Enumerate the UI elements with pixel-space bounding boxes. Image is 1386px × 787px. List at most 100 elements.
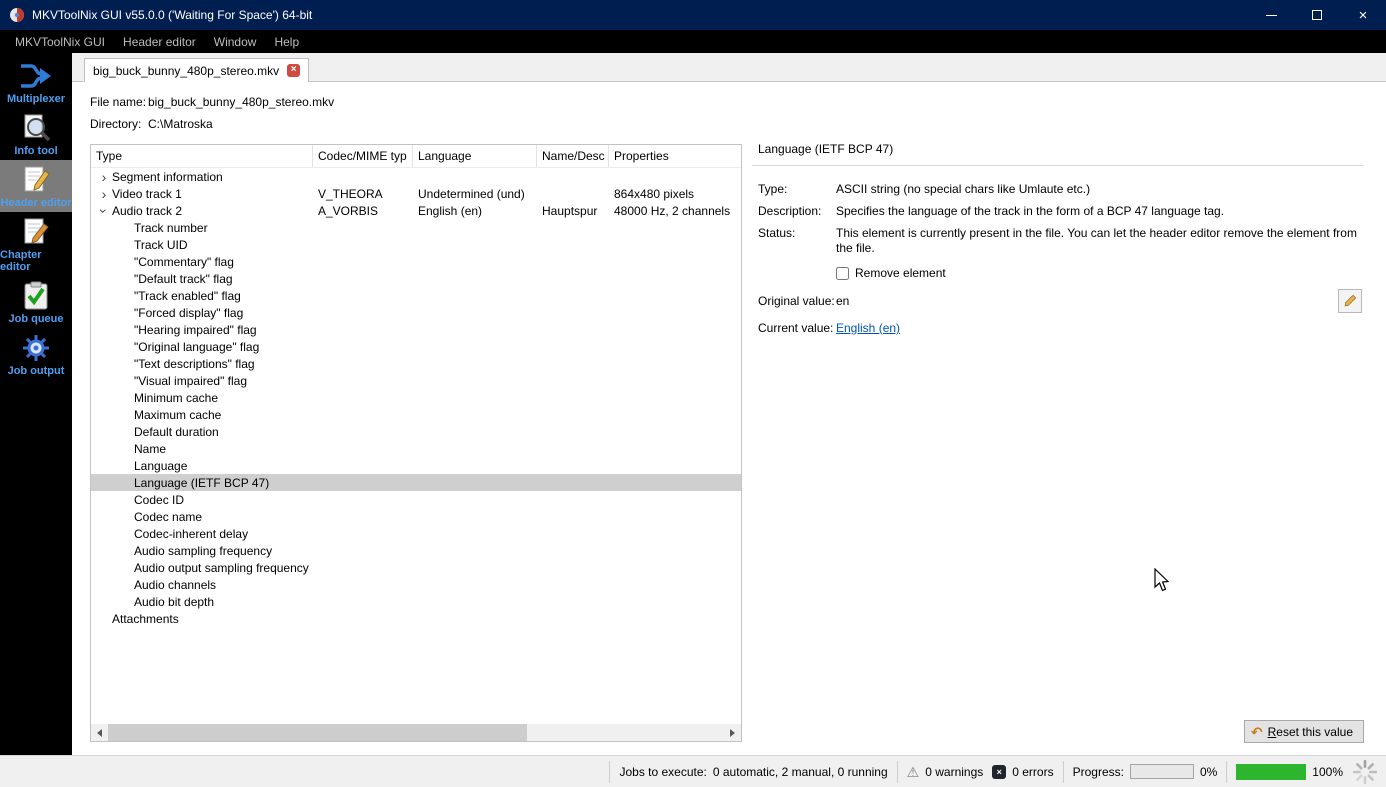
remove-element-checkbox[interactable]: [836, 266, 849, 280]
tree-row-language-cell: Undetermined (und): [418, 186, 525, 201]
menu-help[interactable]: Help: [265, 32, 308, 52]
tree-row-name-cell: [537, 304, 609, 321]
tree-row[interactable]: › Minimum cache: [91, 389, 741, 406]
expander-icon[interactable]: ›: [96, 187, 112, 201]
menu-header-editor[interactable]: Header editor: [114, 32, 205, 52]
sidebar-item-job-output[interactable]: Job output: [0, 328, 72, 380]
minimize-button[interactable]: [1248, 0, 1294, 30]
directory-label: Directory:: [90, 117, 142, 131]
current-value-link[interactable]: English (en): [836, 321, 900, 335]
tree-row[interactable]: › "Original language" flag: [91, 338, 741, 355]
tree-row-label: Segment information: [112, 169, 223, 184]
tree-row-type-cell: › "Hearing impaired" flag: [91, 321, 313, 338]
horizontal-scrollbar[interactable]: [91, 724, 741, 741]
tree-row-type-cell: › Audio channels: [91, 576, 313, 593]
tree-row-name-cell: [537, 287, 609, 304]
expander-icon[interactable]: ›: [96, 170, 112, 184]
tab-close-icon[interactable]: ×: [287, 64, 301, 77]
tree-row[interactable]: › "Hearing impaired" flag: [91, 321, 741, 338]
menu-window[interactable]: Window: [205, 32, 266, 52]
tree-row-name-cell: [537, 576, 609, 593]
expander-icon[interactable]: ›: [96, 203, 112, 219]
tree-row-label: Default duration: [134, 424, 219, 439]
tree-row[interactable]: › "Default track" flag: [91, 270, 741, 287]
tree-row-type-cell: › Language (IETF BCP 47): [91, 474, 313, 491]
original-value-label: Original value:: [758, 294, 835, 308]
tree-row-language-cell: [413, 338, 537, 355]
tree-row-name-cell: [537, 389, 609, 406]
window-controls: ×: [1248, 0, 1386, 30]
tree-row-codec-cell: [313, 508, 413, 525]
tree-row[interactable]: › "Forced display" flag: [91, 304, 741, 321]
column-header-name[interactable]: Name/Desc: [537, 145, 609, 167]
close-button[interactable]: ×: [1340, 0, 1386, 30]
tree-row-label: Attachments: [112, 611, 179, 626]
tree-row-properties-cell: [609, 542, 614, 559]
tree-row-name-cell: Hauptspur: [542, 203, 598, 218]
scrollbar-track[interactable]: [108, 724, 724, 741]
tree-row-name-cell: [537, 542, 609, 559]
tab-file[interactable]: big_buck_bunny_480p_stereo.mkv ×: [84, 58, 310, 82]
tree-row[interactable]: › Audio channels: [91, 576, 741, 593]
tree-row[interactable]: › Maximum cache: [91, 406, 741, 423]
tree-row[interactable]: › Video track 1 V_THEORA Undetermined (u…: [91, 185, 741, 202]
tree-row[interactable]: › Attachments: [91, 610, 741, 627]
tree-row[interactable]: › "Track enabled" flag: [91, 287, 741, 304]
tree-row[interactable]: › Audio output sampling frequency: [91, 559, 741, 576]
tree-row-label: "Default track" flag: [134, 271, 233, 286]
tree-row-properties-cell: [609, 389, 614, 406]
tree-row-language-cell: [413, 372, 537, 389]
tree-row-codec-cell: [313, 304, 413, 321]
tree-row-label: Name: [134, 441, 167, 456]
column-header-codec[interactable]: Codec/MIME typ: [313, 145, 413, 167]
tree-row-language-cell: [413, 406, 537, 423]
tree-row[interactable]: › Audio sampling frequency: [91, 542, 741, 559]
tree-row[interactable]: › Segment information: [91, 168, 741, 185]
column-header-language[interactable]: Language: [413, 145, 537, 167]
scroll-right-button[interactable]: [724, 724, 741, 741]
menu-mkvtoolnix-gui[interactable]: MKVToolNix GUI: [6, 32, 114, 52]
tree-row[interactable]: › Codec name: [91, 508, 741, 525]
sidebar-item-job-queue[interactable]: Job queue: [0, 276, 72, 328]
tree-row-codec-cell: [313, 559, 413, 576]
tree-row[interactable]: › Track number: [91, 219, 741, 236]
warning-icon: ⚠: [906, 763, 920, 780]
tree-row[interactable]: › Audio bit depth: [91, 593, 741, 610]
tree-row-label: Minimum cache: [134, 390, 219, 405]
tree-row[interactable]: › Name: [91, 440, 741, 457]
tree-row-label: Codec name: [134, 509, 203, 524]
scroll-left-button[interactable]: [91, 724, 108, 741]
tree-row[interactable]: › Track UID: [91, 236, 741, 253]
tab-bar: big_buck_bunny_480p_stereo.mkv ×: [72, 53, 1386, 82]
tree-row[interactable]: › Language: [91, 457, 741, 474]
reset-value-button[interactable]: ↶ Reset this value: [1243, 720, 1364, 743]
reset-button-label: Reset this value: [1267, 724, 1353, 739]
maximize-button[interactable]: [1294, 0, 1340, 30]
tree-row[interactable]: › "Text descriptions" flag: [91, 355, 741, 372]
scrollbar-thumb[interactable]: [108, 724, 527, 741]
tree-row[interactable]: › "Commentary" flag: [91, 253, 741, 270]
tree-row[interactable]: › Codec ID: [91, 491, 741, 508]
sidebar-item-chapter-editor[interactable]: Chapter editor: [0, 212, 72, 276]
tree-row[interactable]: › Audio track 2 A_VORBIS English (en) Ha…: [91, 202, 741, 219]
edit-value-button[interactable]: [1338, 289, 1362, 313]
tree-row[interactable]: › Language (IETF BCP 47): [91, 474, 741, 491]
tree-row-codec-cell: [313, 168, 413, 185]
tree-row-type-cell: › Segment information: [91, 168, 313, 185]
tree-row[interactable]: › Codec-inherent delay: [91, 525, 741, 542]
column-header-type[interactable]: Type: [91, 145, 313, 167]
sidebar-item-header-editor[interactable]: Header editor: [0, 160, 72, 212]
element-tree: Type Codec/MIME typ Language Name/Desc P…: [90, 144, 742, 742]
sidebar-item-multiplexer[interactable]: Multiplexer: [0, 56, 72, 108]
tree-row-language-cell: [413, 304, 537, 321]
tree-row-type-cell: › Audio track 2: [91, 202, 313, 219]
column-header-properties[interactable]: Properties: [609, 145, 741, 167]
tree-row[interactable]: › Default duration: [91, 423, 741, 440]
scroll-right-icon: [730, 728, 735, 737]
tree-row[interactable]: › "Visual impaired" flag: [91, 372, 741, 389]
sidebar-item-info-tool[interactable]: Info tool: [0, 108, 72, 160]
